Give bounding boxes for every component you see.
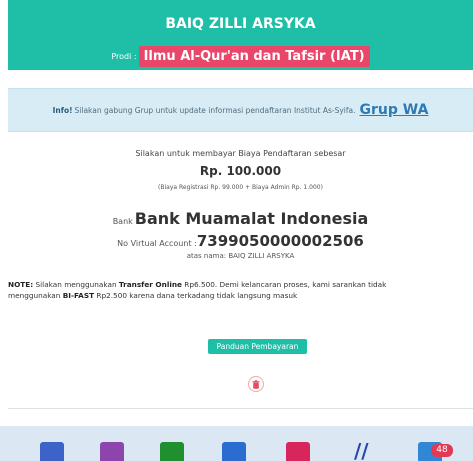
note-transfer-online: Transfer Online — [118, 280, 182, 289]
student-header: BAIQ ZILLI ARSYKA Prodi : Ilmu Al-Qur'an… — [8, 0, 473, 70]
account-holder: atas nama: BAIQ ZILLI ARSYKA — [186, 252, 295, 260]
info-prefix: Info! — [52, 105, 73, 115]
note-text-4: Rp2.500 karena dana terkadang tidak lang… — [94, 291, 298, 300]
fee-detail: (Biaya Registrasi Rp. 99.000 + Biaya Adm… — [158, 184, 323, 191]
info-message: Silakan gabung Grup untuk update informa… — [74, 105, 356, 115]
note-text-2: Rp6.500. Demi kelancaran proses, kami sa… — [181, 280, 387, 289]
prodi-badge: Ilmu Al-Qur'an dan Tafsir (IAT) — [138, 45, 370, 67]
slash-app-icon[interactable]: // — [354, 441, 378, 461]
note-label: NOTE: — [8, 280, 34, 289]
taskbar: // 48 — [0, 426, 473, 461]
bank-label: Bank — [112, 217, 133, 226]
file-explorer-icon[interactable] — [40, 442, 64, 461]
page: BAIQ ZILLI ARSYKA Prodi : Ilmu Al-Qur'an… — [0, 0, 473, 461]
prodi-row: Prodi : Ilmu Al-Qur'an dan Tafsir (IAT) — [8, 44, 473, 68]
bank-name: Bank Muamalat Indonesia — [134, 209, 369, 228]
note-line-2: menggunakan BI-FAST Rp2.500 karena dana … — [8, 290, 473, 301]
note-text-3: menggunakan — [8, 291, 63, 300]
group-wa-link[interactable]: Grup WA — [360, 102, 429, 118]
info-alert: Info! Silakan gabung Grup untuk update i… — [8, 88, 473, 132]
note-bifast: BI-FAST — [62, 291, 95, 300]
va-label: No Virtual Account : — [117, 239, 197, 248]
app-red-icon[interactable] — [286, 442, 310, 461]
payment-amount: Rp. 100.000 — [199, 164, 282, 178]
virtual-account-row: No Virtual Account : 7399050000002506 — [8, 232, 473, 250]
student-name: BAIQ ZILLI ARSYKA — [165, 16, 316, 32]
prodi-label: Prodi : — [111, 51, 137, 61]
trash-icon — [252, 379, 260, 389]
va-number: 7399050000002506 — [196, 232, 364, 250]
payment-note: NOTE: Silakan menggunakan Transfer Onlin… — [8, 279, 473, 301]
payment-guide-button[interactable]: Panduan Pembayaran — [208, 339, 307, 354]
payment-instruction: Silakan untuk membayar Biaya Pendaftaran… — [135, 149, 346, 158]
xbox-icon[interactable] — [160, 442, 184, 461]
note-text-1: Silakan menggunakan — [33, 280, 119, 289]
store-icon[interactable] — [222, 442, 246, 461]
app-icon[interactable] — [100, 442, 124, 461]
bank-row: Bank Bank Muamalat Indonesia — [8, 209, 473, 228]
note-line-1: NOTE: Silakan menggunakan Transfer Onlin… — [8, 279, 473, 290]
delete-button[interactable] — [248, 376, 264, 392]
notification-badge: 48 — [431, 444, 453, 457]
section-divider — [8, 408, 473, 409]
